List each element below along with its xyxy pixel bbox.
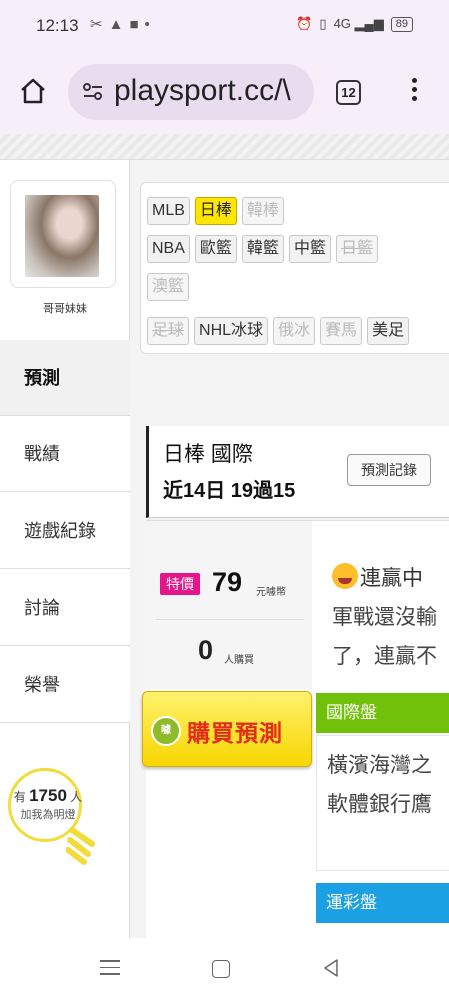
- tools-icon: ✂: [90, 16, 109, 33]
- buy-prediction-label: 購買預測: [187, 720, 283, 746]
- buyer-count: 0: [198, 635, 214, 665]
- league-mlb[interactable]: MLB: [147, 197, 190, 225]
- notification-icons: ✂▲■•: [90, 15, 156, 33]
- battery-level: 89: [395, 17, 408, 30]
- record-title: 日棒 國際: [163, 443, 253, 466]
- fan-count-line: 有 1750 人: [8, 786, 88, 806]
- tab-discussion[interactable]: 討論: [0, 570, 130, 646]
- league-russia-hockey[interactable]: 俄冰: [273, 317, 316, 345]
- browser-toolbar: playsport.cc/\ 12: [0, 52, 449, 134]
- url-text[interactable]: playsport.cc/\: [114, 74, 291, 108]
- prediction-card: 特價 79 元噱幣 0 人購買 噱 購買預測 連贏中 軍戰還沒輸 了，連贏不 國…: [142, 520, 449, 938]
- price-unit: 元噱幣: [256, 587, 286, 598]
- league-row: MLB 日棒 韓棒: [147, 197, 284, 225]
- league-row: NBA 歐籃 韓籃 中籃 日籃: [147, 235, 378, 263]
- buy-prediction-button[interactable]: 噱 購買預測: [142, 691, 312, 767]
- international-market-label: 國際盤: [316, 693, 449, 733]
- fan-label: 加我為明燈: [20, 809, 76, 821]
- fan-prefix: 有: [13, 790, 26, 804]
- profile-sidebar: 哥哥妹妹 預測 戰績 遊戲紀錄 討論 榮譽 有 1750 人 加我為明燈: [0, 160, 130, 938]
- fan-suffix: 人: [70, 790, 83, 804]
- league-horse-racing[interactable]: 賽馬: [320, 317, 363, 345]
- tab-predictions[interactable]: 預測: [0, 340, 130, 416]
- tab-game-history[interactable]: 遊戲紀錄: [0, 493, 130, 569]
- alarm-icon: ⏰: [296, 16, 313, 31]
- league-euro-basketball[interactable]: 歐籃: [194, 235, 237, 263]
- prediction-history-button[interactable]: 預測記錄: [347, 454, 431, 486]
- dot-icon: •: [144, 16, 156, 33]
- volte-icon: ▯: [319, 16, 327, 31]
- fan-count: 1750: [29, 786, 67, 805]
- status-bar: 12:13 ✂▲■• ⏰ ▯ 4G ▂▄▆ 89: [0, 0, 449, 52]
- divider: [156, 619, 304, 620]
- streak-text: 連贏中 軍戰還沒輸 了，連贏不: [332, 559, 449, 676]
- streak-title: 連贏中: [360, 567, 423, 590]
- star-eyes-emoji-icon: [332, 563, 358, 589]
- recent-apps-icon[interactable]: [100, 960, 120, 980]
- page-content: 哥哥妹妹 預測 戰績 遊戲紀錄 討論 榮譽 有 1750 人 加我為明燈 MLB…: [0, 160, 449, 938]
- league-australia-basketball[interactable]: 澳籃: [147, 273, 190, 301]
- record-header: 日棒 國際 近14日 19過15 預測記錄: [146, 426, 449, 518]
- status-time: 12:13: [36, 16, 79, 35]
- price-box: 特價 79 元噱幣 0 人購買: [146, 521, 312, 689]
- record-stat: 近14日 19過15: [163, 480, 296, 502]
- price-value: 79: [212, 567, 243, 597]
- streak-line: 軍戰還沒輸: [332, 606, 437, 629]
- league-nhl[interactable]: NHL冰球: [194, 317, 269, 345]
- tab-switcher-button[interactable]: 12: [336, 80, 361, 105]
- league-kbo[interactable]: 韓棒: [241, 197, 284, 225]
- tab-record[interactable]: 戰績: [0, 416, 130, 492]
- league-soccer[interactable]: 足球: [147, 317, 190, 345]
- league-china-basketball[interactable]: 中籃: [288, 235, 331, 263]
- battery-icon: 89: [390, 16, 413, 32]
- android-icon: ■: [129, 16, 145, 33]
- lottery-market-label: 運彩盤: [316, 883, 449, 923]
- address-bar[interactable]: playsport.cc/\: [68, 64, 314, 120]
- league-row: 澳籃: [147, 273, 190, 301]
- league-npb[interactable]: 日棒: [194, 197, 237, 225]
- streak-line: 了，連贏不: [332, 645, 437, 668]
- more-menu-icon[interactable]: [408, 78, 420, 106]
- back-icon[interactable]: [322, 958, 340, 978]
- international-market-text: 橫濱海灣之 軟體銀行鷹: [316, 735, 449, 871]
- buyer-unit: 人購買: [224, 655, 254, 666]
- signal-icon: 4G ▂▄▆: [333, 16, 384, 31]
- sale-badge: 特價: [160, 573, 200, 595]
- coin-icon: 噱: [151, 716, 181, 746]
- home-icon[interactable]: [18, 76, 48, 106]
- league-japan-basketball[interactable]: 日籃: [335, 235, 378, 263]
- network-label: 4G: [333, 16, 351, 31]
- avatar[interactable]: [25, 195, 99, 277]
- market-line: 橫濱海灣之: [327, 754, 432, 777]
- fan-count-widget[interactable]: 有 1750 人 加我為明燈: [8, 768, 118, 878]
- lightbulb-icon: [66, 827, 95, 865]
- league-korea-basketball[interactable]: 韓籃: [241, 235, 284, 263]
- league-american-football[interactable]: 美足: [367, 317, 410, 345]
- profile-name[interactable]: 哥哥妹妹: [0, 300, 130, 316]
- league-selector: MLB 日棒 韓棒 NBA 歐籃 韓籃 中籃 日籃 澳籃 足球 NHL冰球 俄冰…: [140, 182, 449, 354]
- site-settings-icon[interactable]: [82, 82, 104, 102]
- page-header-strip: [0, 134, 449, 160]
- status-right: ⏰ ▯ 4G ▂▄▆ 89: [296, 16, 413, 32]
- home-nav-icon[interactable]: [212, 960, 230, 978]
- cake-icon: ▲: [108, 16, 130, 33]
- system-nav-bar: [0, 938, 449, 1000]
- league-row: 足球 NHL冰球 俄冰 賽馬 美足: [147, 317, 410, 345]
- market-line: 軟體銀行鷹: [327, 793, 432, 816]
- profile-card[interactable]: [10, 180, 116, 288]
- league-nba[interactable]: NBA: [147, 235, 190, 263]
- tab-honors[interactable]: 榮譽: [0, 647, 130, 723]
